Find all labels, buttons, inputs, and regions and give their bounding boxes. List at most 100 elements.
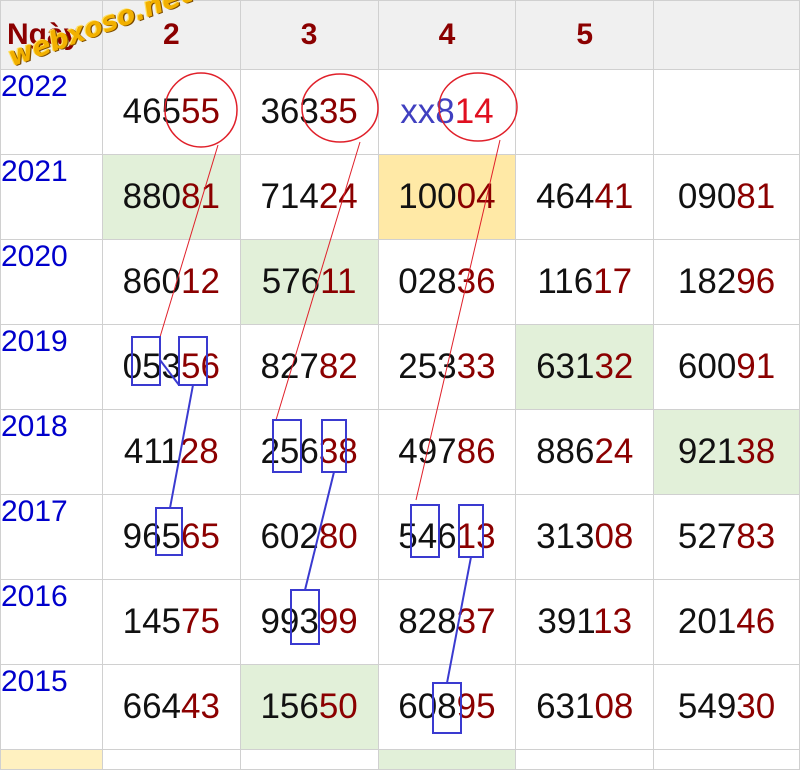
year-label: 2019 — [0, 324, 103, 410]
result-tail-digits: 99 — [318, 602, 358, 641]
year-label: 2021 — [0, 154, 103, 240]
year-row: 2015 66443 15650 60895 63108 54930 — [0, 664, 800, 750]
result-cell: 46441 — [515, 154, 655, 240]
result-head-digits: 156 — [260, 687, 319, 726]
year-row: 2018 41128 25638 49786 88624 92138 — [0, 409, 800, 495]
result-tail-digits: 55 — [181, 92, 220, 131]
result-tail-digits: 13 — [456, 517, 496, 556]
result-cell: 71424 — [239, 154, 379, 240]
result-cell: 11617 — [515, 239, 655, 325]
year-row: 2016 14575 99399 82837 39113 20146 — [0, 579, 800, 665]
partial-cell — [515, 749, 655, 770]
result-tail-digits: 86 — [456, 432, 496, 471]
result-tail-digits: 65 — [181, 517, 220, 556]
result-cell: 82837 — [377, 579, 517, 665]
results-table: Ngày 2 3 4 5 2022 46555 36335 xx814 2021 8808… — [0, 0, 800, 770]
result-tail-digits: 75 — [181, 602, 220, 641]
result-head-digits: 886 — [536, 432, 595, 471]
result-tail-digits: 04 — [456, 177, 496, 216]
result-tail-digits: 82 — [318, 347, 358, 386]
result-head-digits: 090 — [677, 177, 737, 216]
result-cell: 96565 — [101, 494, 241, 580]
result-head-digits: 391 — [537, 602, 594, 641]
result-tail-digits: 08 — [594, 517, 634, 556]
result-tail-digits: 24 — [318, 177, 358, 216]
result-cell: 88081 — [101, 154, 241, 240]
result-head-digits: 100 — [398, 177, 457, 216]
result-head-digits: 201 — [677, 602, 737, 641]
year-row: 2021 88081 71424 10004 46441 09081 — [0, 154, 800, 240]
result-head-digits: 182 — [677, 262, 737, 301]
result-cell: 39113 — [515, 579, 655, 665]
year-label: 2015 — [0, 664, 103, 750]
result-cell: 36335 — [239, 69, 379, 155]
result-head-digits: 253 — [398, 347, 457, 386]
result-tail-digits: 33 — [456, 347, 496, 386]
result-cell: 14575 — [101, 579, 241, 665]
result-tail-digits: 38 — [318, 432, 358, 471]
header-col-4: 4 — [377, 0, 517, 70]
result-head-digits: 921 — [677, 432, 737, 471]
result-head-digits: 860 — [122, 262, 182, 301]
result-cell: 18296 — [653, 239, 800, 325]
result-cell: 09081 — [653, 154, 800, 240]
result-head-digits: 145 — [122, 602, 182, 641]
result-cell: 25333 — [377, 324, 517, 410]
result-cell — [515, 69, 655, 155]
result-cell: 86012 — [101, 239, 241, 325]
partial-cell — [377, 749, 517, 770]
result-cell: 99399 — [239, 579, 379, 665]
result-head-digits: 116 — [537, 262, 594, 301]
result-cell: 88624 — [515, 409, 655, 495]
result-cell: 92138 — [653, 409, 800, 495]
result-head-digits: 527 — [677, 517, 737, 556]
result-head-digits: 053 — [122, 347, 182, 386]
year-label: 2017 — [0, 494, 103, 580]
result-cell: 57611 — [239, 239, 379, 325]
result-cell: 49786 — [377, 409, 517, 495]
header-col-5: 5 — [515, 0, 655, 70]
result-tail-digits: 81 — [736, 177, 776, 216]
result-cell: 60895 — [377, 664, 517, 750]
result-tail-digits: 50 — [318, 687, 358, 726]
partial-cell — [101, 749, 241, 770]
result-tail-digits: 38 — [736, 432, 776, 471]
result-tail-digits: 95 — [456, 687, 496, 726]
result-cell: 15650 — [239, 664, 379, 750]
result-head-digits: 993 — [260, 602, 319, 641]
result-tail-digits: 43 — [181, 687, 220, 726]
result-tail-digits: 83 — [736, 517, 776, 556]
year-row: 2022 46555 36335 xx814 — [0, 69, 800, 155]
result-cell — [653, 69, 800, 155]
result-head-digits: 549 — [677, 687, 737, 726]
result-head-digits: 313 — [536, 517, 595, 556]
header-col-3: 3 — [239, 0, 379, 70]
result-head-digits: 828 — [398, 602, 457, 641]
result-tail-digits: 12 — [181, 262, 220, 301]
result-tail-digits: 91 — [736, 347, 776, 386]
result-head-digits: 363 — [260, 92, 319, 131]
result-cell: 46555 — [101, 69, 241, 155]
result-tail-digits: 14 — [454, 92, 494, 131]
result-cell: 60280 — [239, 494, 379, 580]
result-tail-digits: 36 — [456, 262, 496, 301]
result-tail-digits: 11 — [320, 262, 357, 301]
result-tail-digits: 24 — [594, 432, 634, 471]
result-tail-digits: 46 — [736, 602, 776, 641]
result-tail-digits: 81 — [181, 177, 220, 216]
year-row: 2020 86012 57611 02836 11617 18296 — [0, 239, 800, 325]
result-head-digits: 546 — [398, 517, 457, 556]
result-cell: 10004 — [377, 154, 517, 240]
result-head-digits: 464 — [536, 177, 595, 216]
result-head-digits: 411 — [123, 432, 180, 471]
result-tail-digits: 41 — [594, 177, 634, 216]
result-tail-digits: 32 — [594, 347, 634, 386]
partial-cell — [653, 749, 800, 770]
result-head-digits: 576 — [261, 262, 321, 301]
result-cell: 02836 — [377, 239, 517, 325]
result-cell: 54613 — [377, 494, 517, 580]
result-head-digits: 608 — [398, 687, 457, 726]
result-tail-digits: 30 — [736, 687, 776, 726]
result-tail-digits: 37 — [456, 602, 496, 641]
result-cell: 41128 — [101, 409, 241, 495]
